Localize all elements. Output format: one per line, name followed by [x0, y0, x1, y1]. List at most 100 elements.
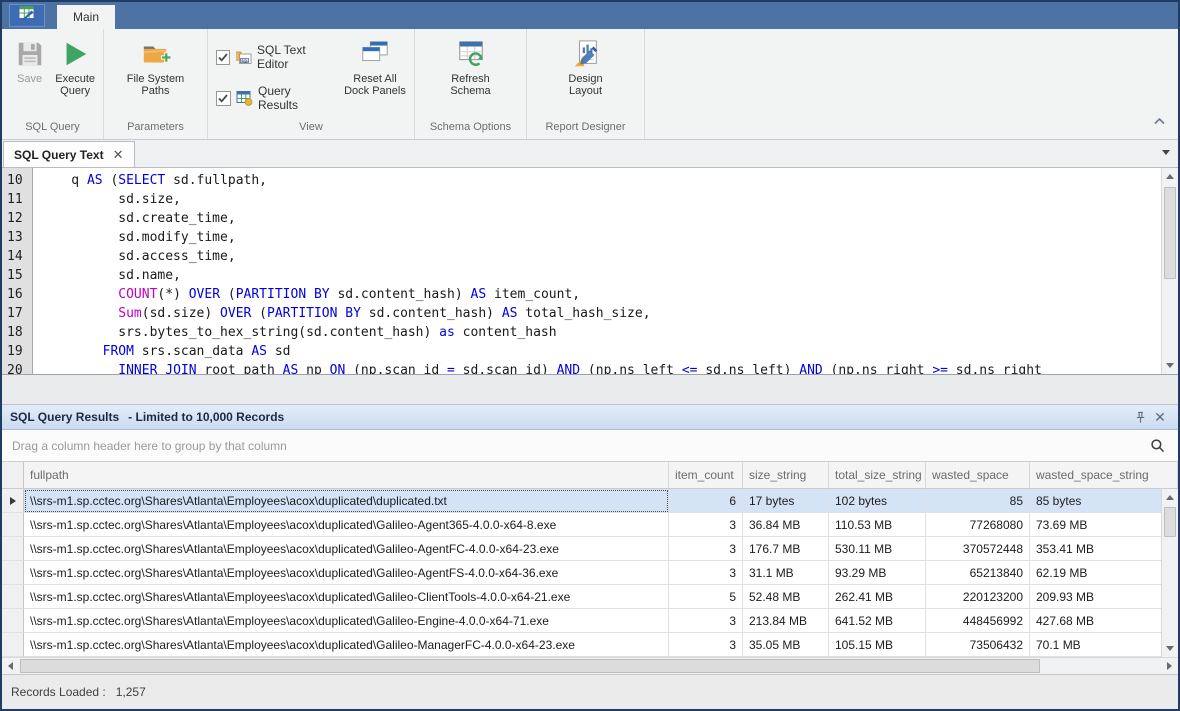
checkbox-checked-icon — [216, 50, 230, 65]
auto-hide-pin-button[interactable] — [1130, 408, 1150, 426]
column-header-total_size_string[interactable]: total_size_string — [829, 462, 926, 488]
table-row[interactable]: \\srs-m1.sp.cctec.org\Shares\Atlanta\Emp… — [2, 537, 1178, 561]
grid-horizontal-scrollbar[interactable] — [2, 657, 1178, 674]
cell-size_string[interactable]: 35.05 MB — [743, 633, 829, 657]
cell-wasted_space_string[interactable]: 353.41 MB — [1030, 537, 1178, 561]
code-line[interactable]: srs.bytes_to_hex_string(sd.content_hash)… — [40, 323, 1161, 342]
scroll-right-icon[interactable] — [1161, 658, 1178, 674]
cell-fullpath[interactable]: \\srs-m1.sp.cctec.org\Shares\Atlanta\Emp… — [24, 633, 669, 657]
cell-wasted_space_string[interactable]: 70.1 MB — [1030, 633, 1178, 657]
cell-wasted_space[interactable]: 370572448 — [926, 537, 1030, 561]
table-row[interactable]: \\srs-m1.sp.cctec.org\Shares\Atlanta\Emp… — [2, 561, 1178, 585]
cell-size_string[interactable]: 31.1 MB — [743, 561, 829, 585]
code-line[interactable]: INNER JOIN root_path AS np ON (np.scan_i… — [40, 361, 1161, 374]
column-header-wasted_space_string[interactable]: wasted_space_string — [1030, 462, 1178, 488]
cell-wasted_space_string[interactable]: 427.68 MB — [1030, 609, 1178, 633]
cell-size_string[interactable]: 213.84 MB — [743, 609, 829, 633]
execute-query-button[interactable]: Execute Query — [53, 35, 97, 100]
table-row[interactable]: \\srs-m1.sp.cctec.org\Shares\Atlanta\Emp… — [2, 513, 1178, 537]
scroll-down-icon[interactable] — [1162, 640, 1178, 657]
code-line[interactable]: q AS (SELECT sd.fullpath, — [40, 171, 1161, 190]
collapse-ribbon-button[interactable] — [1150, 113, 1168, 129]
cell-item_count[interactable]: 6 — [669, 489, 743, 513]
grid-scrollbar-thumb[interactable] — [1164, 507, 1176, 537]
query-results-checkbox[interactable]: Query Results — [216, 84, 334, 112]
cell-fullpath[interactable]: \\srs-m1.sp.cctec.org\Shares\Atlanta\Emp… — [24, 513, 669, 537]
tab-list-dropdown-icon[interactable] — [1162, 150, 1170, 155]
cell-total_size_string[interactable]: 110.53 MB — [829, 513, 926, 537]
tab-sql-query-text[interactable]: SQL Query Text ✕ — [3, 141, 135, 167]
save-button[interactable]: Save — [8, 35, 51, 88]
cell-wasted_space[interactable]: 448456992 — [926, 609, 1030, 633]
design-layout-button[interactable]: Design Layout — [551, 35, 621, 100]
editor-scrollbar-thumb[interactable] — [1164, 187, 1176, 279]
cell-fullpath[interactable]: \\srs-m1.sp.cctec.org\Shares\Atlanta\Emp… — [24, 537, 669, 561]
editor-vertical-scrollbar[interactable] — [1161, 168, 1178, 374]
cell-fullpath[interactable]: \\srs-m1.sp.cctec.org\Shares\Atlanta\Emp… — [24, 489, 669, 513]
cell-total_size_string[interactable]: 102 bytes — [829, 489, 926, 513]
cell-wasted_space_string[interactable]: 62.19 MB — [1030, 561, 1178, 585]
refresh-schema-button[interactable]: Refresh Schema — [436, 35, 506, 100]
cell-wasted_space[interactable]: 77268080 — [926, 513, 1030, 537]
cell-item_count[interactable]: 3 — [669, 513, 743, 537]
close-panel-button[interactable]: ✕ — [1150, 408, 1170, 426]
code-line[interactable]: COUNT(*) OVER (PARTITION BY sd.content_h… — [40, 285, 1161, 304]
group-by-bar[interactable]: Drag a column header here to group by th… — [2, 430, 1178, 462]
cell-item_count[interactable]: 5 — [669, 585, 743, 609]
table-row[interactable]: \\srs-m1.sp.cctec.org\Shares\Atlanta\Emp… — [2, 489, 1178, 513]
scroll-up-icon[interactable] — [1162, 489, 1178, 506]
file-system-paths-button[interactable]: File System Paths — [120, 35, 192, 100]
cell-wasted_space[interactable]: 65213840 — [926, 561, 1030, 585]
panel-splitter[interactable] — [2, 375, 1178, 405]
cell-item_count[interactable]: 3 — [669, 561, 743, 585]
cell-size_string[interactable]: 52.48 MB — [743, 585, 829, 609]
cell-fullpath[interactable]: \\srs-m1.sp.cctec.org\Shares\Atlanta\Emp… — [24, 585, 669, 609]
app-menu-button[interactable] — [9, 4, 45, 27]
table-row[interactable]: \\srs-m1.sp.cctec.org\Shares\Atlanta\Emp… — [2, 609, 1178, 633]
search-button[interactable] — [1146, 435, 1168, 457]
cell-fullpath[interactable]: \\srs-m1.sp.cctec.org\Shares\Atlanta\Emp… — [24, 609, 669, 633]
code-line[interactable]: sd.access_time, — [40, 247, 1161, 266]
cell-wasted_space[interactable]: 220123200 — [926, 585, 1030, 609]
cell-total_size_string[interactable]: 530.11 MB — [829, 537, 926, 561]
cell-total_size_string[interactable]: 262.41 MB — [829, 585, 926, 609]
code-line[interactable]: FROM srs.scan_data AS sd — [40, 342, 1161, 361]
sql-editor[interactable]: 1011121314151617181920 q AS (SELECT sd.f… — [2, 168, 1178, 375]
cell-size_string[interactable]: 176.7 MB — [743, 537, 829, 561]
cell-item_count[interactable]: 3 — [669, 609, 743, 633]
cell-item_count[interactable]: 3 — [669, 537, 743, 561]
table-row[interactable]: \\srs-m1.sp.cctec.org\Shares\Atlanta\Emp… — [2, 633, 1178, 657]
scroll-down-icon[interactable] — [1162, 357, 1178, 374]
column-header-item_count[interactable]: item_count — [669, 462, 743, 488]
column-header-fullpath[interactable]: fullpath — [24, 462, 669, 488]
cell-wasted_space_string[interactable]: 85 bytes — [1030, 489, 1178, 513]
cell-size_string[interactable]: 17 bytes — [743, 489, 829, 513]
code-line[interactable]: sd.modify_time, — [40, 228, 1161, 247]
cell-total_size_string[interactable]: 641.52 MB — [829, 609, 926, 633]
scroll-up-icon[interactable] — [1162, 168, 1178, 185]
cell-item_count[interactable]: 3 — [669, 633, 743, 657]
cell-wasted_space[interactable]: 85 — [926, 489, 1030, 513]
cell-total_size_string[interactable]: 105.15 MB — [829, 633, 926, 657]
grid-vertical-scrollbar[interactable] — [1161, 489, 1178, 657]
code-line[interactable]: sd.create_time, — [40, 209, 1161, 228]
cell-fullpath[interactable]: \\srs-m1.sp.cctec.org\Shares\Atlanta\Emp… — [24, 561, 669, 585]
code-line[interactable]: Sum(sd.size) OVER (PARTITION BY sd.conte… — [40, 304, 1161, 323]
cell-wasted_space[interactable]: 73506432 — [926, 633, 1030, 657]
cell-wasted_space_string[interactable]: 73.69 MB — [1030, 513, 1178, 537]
column-header-size_string[interactable]: size_string — [743, 462, 829, 488]
cell-wasted_space_string[interactable]: 209.93 MB — [1030, 585, 1178, 609]
column-header-wasted_space[interactable]: wasted_space — [926, 462, 1030, 488]
scroll-left-icon[interactable] — [2, 658, 19, 674]
code-line[interactable]: sd.size, — [40, 190, 1161, 209]
cell-size_string[interactable]: 36.84 MB — [743, 513, 829, 537]
sql-text-editor-checkbox[interactable]: SQL SQL Text Editor — [216, 43, 334, 71]
reset-all-dock-panels-button[interactable]: Reset All Dock Panels — [342, 35, 408, 100]
tab-main[interactable]: Main — [57, 5, 115, 29]
code-line[interactable]: sd.name, — [40, 266, 1161, 285]
close-tab-icon[interactable]: ✕ — [113, 150, 124, 160]
table-row[interactable]: \\srs-m1.sp.cctec.org\Shares\Atlanta\Emp… — [2, 585, 1178, 609]
code-area[interactable]: q AS (SELECT sd.fullpath, sd.size, sd.cr… — [33, 168, 1161, 374]
grid-hscrollbar-thumb[interactable] — [20, 659, 1040, 673]
cell-total_size_string[interactable]: 93.29 MB — [829, 561, 926, 585]
